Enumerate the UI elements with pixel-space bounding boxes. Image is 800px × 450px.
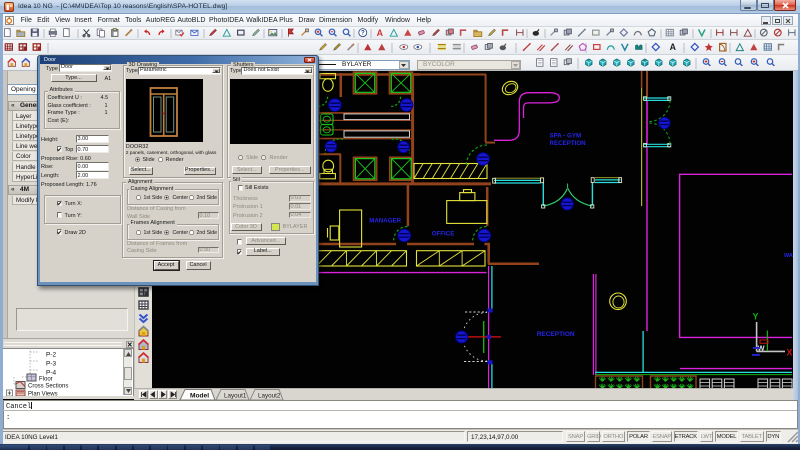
svg-text:P-4: P-4 — [46, 370, 57, 377]
svg-text:OFFICE: OFFICE — [432, 230, 455, 237]
svg-text:Layout2: Layout2 — [258, 392, 281, 399]
svg-text:P-2: P-2 — [46, 352, 57, 359]
svg-text:Y: Y — [753, 312, 759, 322]
svg-text:A: A — [670, 42, 677, 52]
svg-text:RECEPTION: RECEPTION — [550, 140, 587, 147]
svg-text:?: ? — [361, 29, 365, 36]
svg-text:Layout1: Layout1 — [224, 392, 247, 399]
svg-text:P-3: P-3 — [46, 361, 57, 368]
svg-text:SPA - GYM: SPA - GYM — [550, 133, 582, 140]
svg-text:A: A — [377, 27, 384, 37]
svg-text:Plan Views: Plan Views — [28, 392, 58, 397]
svg-text:MANAGER: MANAGER — [369, 217, 401, 224]
svg-text:RECEPTION: RECEPTION — [537, 331, 575, 338]
svg-text:Model: Model — [190, 392, 209, 399]
svg-text:Floor: Floor — [39, 377, 53, 383]
svg-text:WAT: WAT — [784, 253, 793, 259]
svg-text:Cross Sections: Cross Sections — [28, 384, 68, 390]
